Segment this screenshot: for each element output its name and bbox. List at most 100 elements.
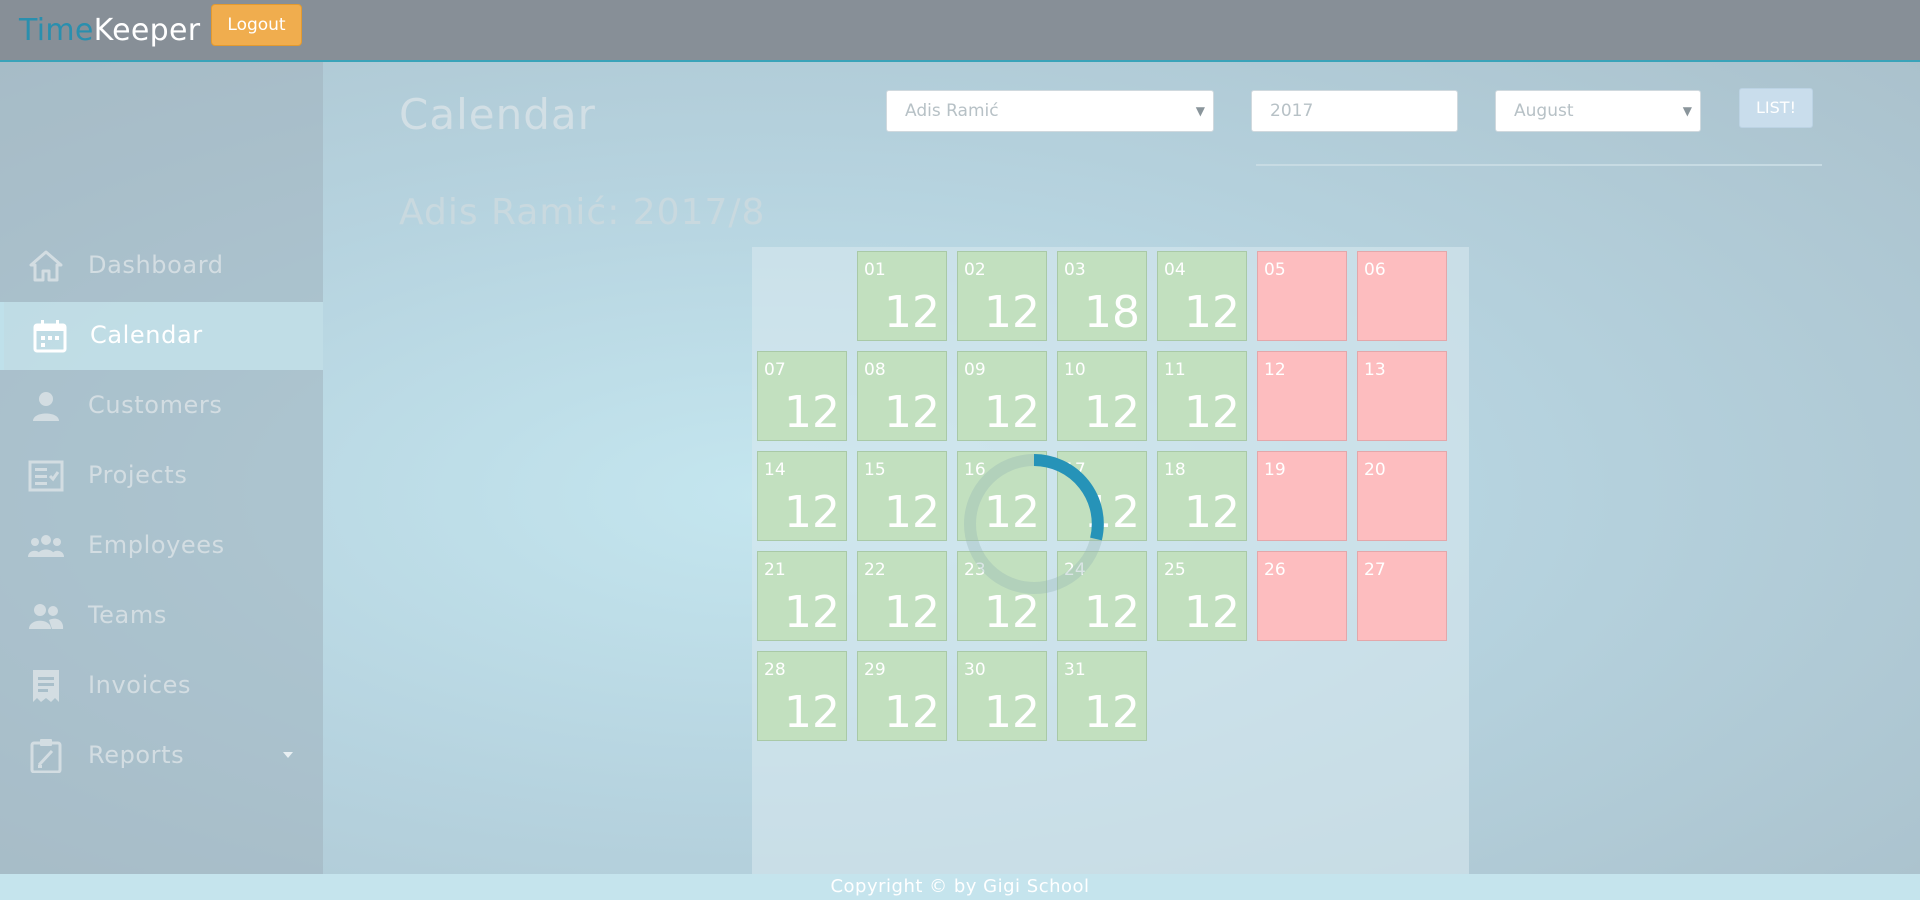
calendar-day[interactable]: 24 12	[1057, 551, 1147, 641]
calendar-day-number: 06	[1364, 260, 1386, 280]
calendar-day-hours: 12	[1084, 687, 1140, 738]
calendar-day[interactable]: 12	[1257, 351, 1347, 441]
calendar-day-number: 18	[1164, 460, 1186, 480]
divider	[1256, 164, 1822, 166]
calendar-day-number: 07	[764, 360, 786, 380]
calendar-day[interactable]: 19	[1257, 451, 1347, 541]
calendar-day[interactable]: 02 12	[957, 251, 1047, 341]
calendar-day[interactable]: 28 12	[757, 651, 847, 741]
month-select[interactable]: August ▼	[1495, 90, 1701, 132]
calendar-day-hours: 12	[884, 487, 940, 538]
sidebar-item-label: Calendar	[90, 321, 203, 349]
calendar-day-number: 15	[864, 460, 886, 480]
calendar-day-hours: 12	[884, 287, 940, 338]
team-icon	[28, 599, 64, 633]
calendar-day-number: 14	[764, 460, 786, 480]
calendar-day-number: 03	[1064, 260, 1086, 280]
clipboard-icon	[28, 739, 64, 774]
sidebar-item-reports[interactable]: Reports	[0, 722, 323, 790]
calendar-day-hours: 12	[984, 487, 1040, 538]
calendar-day-hours: 12	[1084, 487, 1140, 538]
calendar-day[interactable]: 16 12	[957, 451, 1047, 541]
sidebar-item-customers[interactable]: Customers	[0, 372, 323, 440]
brand-logo[interactable]: TimeKeeper	[19, 13, 200, 48]
calendar-day[interactable]: 08 12	[857, 351, 947, 441]
sidebar-item-teams[interactable]: Teams	[0, 582, 323, 650]
sidebar-item-calendar[interactable]: Calendar	[0, 302, 323, 370]
calendar-day-number: 23	[964, 560, 986, 580]
calendar-day-number: 30	[964, 660, 986, 680]
calendar-day-number: 28	[764, 660, 786, 680]
calendar-day-hours: 12	[984, 387, 1040, 438]
calendar-day-number: 26	[1264, 560, 1286, 580]
calendar-day-hours: 12	[1084, 387, 1140, 438]
calendar-day-number: 10	[1064, 360, 1086, 380]
sidebar-item-projects[interactable]: Projects	[0, 442, 323, 510]
calendar-day-number: 13	[1364, 360, 1386, 380]
calendar-day[interactable]: 06	[1357, 251, 1447, 341]
calendar-day[interactable]: 25 12	[1157, 551, 1247, 641]
brand-time: Time	[19, 13, 94, 48]
calendar-day-number: 16	[964, 460, 986, 480]
sidebar-item-invoices[interactable]: Invoices	[0, 652, 323, 720]
calendar-day[interactable]: 31 12	[1057, 651, 1147, 741]
calendar-day[interactable]: 13	[1357, 351, 1447, 441]
sidebar-item-label: Invoices	[88, 671, 192, 699]
calendar-day[interactable]: 29 12	[857, 651, 947, 741]
calendar-day[interactable]: 22 12	[857, 551, 947, 641]
calendar-day[interactable]: 05	[1257, 251, 1347, 341]
calendar-day[interactable]: 11 12	[1157, 351, 1247, 441]
calendar-day-hours: 12	[984, 287, 1040, 338]
sidebar: Dashboard Calendar Customers Projects Em…	[0, 62, 323, 874]
calendar-day-number: 09	[964, 360, 986, 380]
calendar-icon	[32, 319, 68, 353]
sidebar-item-dashboard[interactable]: Dashboard	[0, 232, 323, 300]
sidebar-item-employees[interactable]: Employees	[0, 512, 323, 580]
calendar-day-number: 22	[864, 560, 886, 580]
footer: Copyright © by Gigi School	[0, 874, 1920, 900]
calendar-day[interactable]: 20	[1357, 451, 1447, 541]
calendar-day-number: 02	[964, 260, 986, 280]
calendar-day[interactable]: 26	[1257, 551, 1347, 641]
calendar-day-hours: 12	[884, 587, 940, 638]
calendar-day-number: 11	[1164, 360, 1186, 380]
calendar-day[interactable]: 27	[1357, 551, 1447, 641]
calendar-day-hours: 12	[1084, 587, 1140, 638]
calendar-day-number: 31	[1064, 660, 1086, 680]
people-group-icon	[28, 529, 64, 563]
brand-keeper: Keeper	[93, 13, 201, 48]
calendar-day[interactable]: 23 12	[957, 551, 1047, 641]
calendar-day[interactable]: 30 12	[957, 651, 1047, 741]
calendar-day[interactable]: 10 12	[1057, 351, 1147, 441]
calendar-day-number: 04	[1164, 260, 1186, 280]
year-input[interactable]: 2017	[1251, 90, 1458, 132]
calendar-day[interactable]: 21 12	[757, 551, 847, 641]
calendar-day-hours: 12	[784, 587, 840, 638]
chevron-down-icon	[283, 752, 293, 758]
logout-button[interactable]: Logout	[211, 4, 302, 46]
calendar-day[interactable]: 18 12	[1157, 451, 1247, 541]
calendar-subtitle: Adis Ramić: 2017/8	[399, 192, 766, 233]
employee-select[interactable]: Adis Ramić ▼	[886, 90, 1214, 132]
calendar-day[interactable]: 01 12	[857, 251, 947, 341]
calendar-day-hours: 12	[884, 687, 940, 738]
calendar-day[interactable]: 04 12	[1157, 251, 1247, 341]
calendar-day[interactable]: 14 12	[757, 451, 847, 541]
calendar-day-number: 21	[764, 560, 786, 580]
calendar-day-hours: 12	[784, 387, 840, 438]
calendar-day-number: 20	[1364, 460, 1386, 480]
calendar-day[interactable]: 09 12	[957, 351, 1047, 441]
list-button[interactable]: LIST!	[1739, 88, 1813, 128]
month-select-value: August	[1514, 101, 1574, 121]
calendar-day-hours: 12	[784, 487, 840, 538]
sidebar-item-label: Reports	[88, 741, 185, 769]
calendar-day[interactable]: 03 18	[1057, 251, 1147, 341]
calendar-day-hours: 12	[984, 687, 1040, 738]
calendar-day-number: 01	[864, 260, 886, 280]
calendar-day[interactable]: 15 12	[857, 451, 947, 541]
person-icon	[28, 389, 64, 423]
calendar-day-number: 29	[864, 660, 886, 680]
calendar-day[interactable]: 17 12	[1057, 451, 1147, 541]
calendar-day[interactable]: 07 12	[757, 351, 847, 441]
top-navbar: TimeKeeper Logout	[0, 0, 1920, 62]
